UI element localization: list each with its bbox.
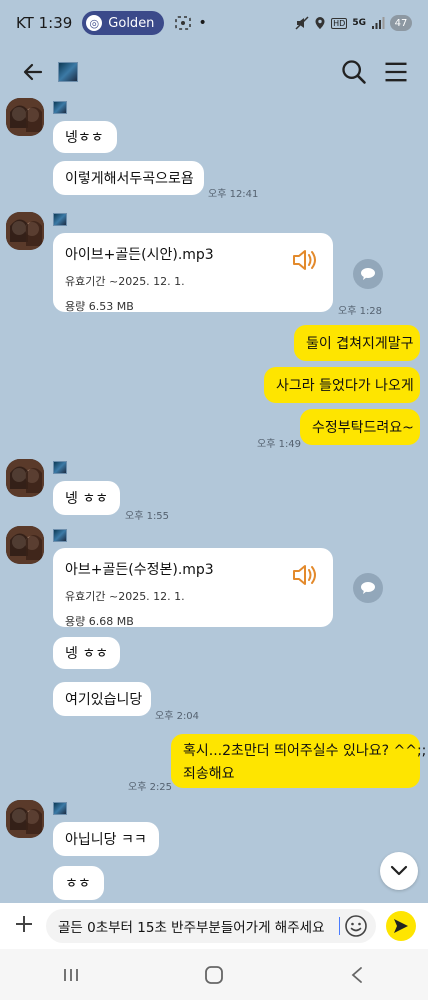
- message-text: 이렇게해서두곡으로욤: [65, 171, 194, 187]
- record-icon: ◎: [86, 15, 103, 31]
- message-text: 아닙니당 ㅋㅋ: [65, 832, 147, 848]
- room-thumbnail[interactable]: [58, 62, 78, 82]
- send-button[interactable]: [386, 911, 416, 941]
- sender-thumbnail: [53, 461, 67, 474]
- hd-badge: HD: [331, 17, 348, 29]
- status-bar: KT 1:39 ◎ Golden • HD 5G 47: [0, 0, 428, 46]
- message-text: ㅎㅎ: [65, 876, 91, 892]
- chevron-down-icon: [390, 865, 408, 876]
- golden-pill-label: Golden: [108, 15, 155, 31]
- status-time: KT 1:39: [16, 14, 73, 32]
- sender-thumbnail: [53, 529, 67, 542]
- home-button[interactable]: [184, 955, 244, 995]
- arrow-left-icon[interactable]: [18, 60, 48, 84]
- chat-bubble-icon: [361, 582, 375, 594]
- signal-icon: [372, 17, 385, 29]
- back-button[interactable]: [327, 955, 387, 995]
- battery-icon: 47: [390, 15, 412, 31]
- screenshot-icon: [175, 16, 192, 30]
- file-size: 용량 6.53 MB: [65, 300, 134, 313]
- message-time: 오후 2:04: [155, 711, 200, 722]
- speaker-icon[interactable]: [291, 247, 319, 273]
- message-bubble[interactable]: 넹ㅎㅎ: [53, 121, 117, 153]
- scroll-down-button[interactable]: [380, 852, 418, 890]
- share-button[interactable]: [353, 573, 383, 603]
- message-text: 여기있습니당: [65, 692, 143, 708]
- message-time: 오후 2:25: [128, 782, 173, 793]
- recent-apps-icon: [64, 968, 79, 981]
- message-bubble[interactable]: 넹 ㅎㅎ: [53, 481, 120, 515]
- speaker-icon[interactable]: [291, 562, 319, 588]
- message-list[interactable]: 넹ㅎㅎ 이렇게해서두곡으로욤 오후 12:41 아이브+골든(시안).mp3 유…: [0, 95, 428, 903]
- more-dot-icon: •: [198, 15, 207, 31]
- search-icon[interactable]: [340, 58, 368, 86]
- avatar[interactable]: [6, 800, 44, 838]
- file-card[interactable]: 아브+골든(수정본).mp3 유효기간 ~2025. 12. 1. 용량 6.6…: [53, 548, 333, 628]
- avatar[interactable]: [6, 212, 44, 250]
- send-icon: [394, 919, 408, 933]
- message-time: 오후 1:28: [338, 306, 383, 317]
- sender-thumbnail: [53, 213, 67, 226]
- location-icon: [315, 17, 325, 29]
- sender-thumbnail: [53, 802, 67, 815]
- recent-apps-button[interactable]: [41, 955, 101, 995]
- hamburger-icon[interactable]: [382, 58, 410, 86]
- message-text: 수정부탁드려요~: [312, 420, 414, 436]
- message-time: 오후 12:41: [208, 189, 259, 200]
- network-label: 5G: [352, 18, 366, 28]
- message-input-text[interactable]: 골든 0초부터 15초 반주부분들어가게 해주세요: [58, 916, 339, 936]
- file-name: 아브+골든(수정본).mp3: [65, 562, 214, 578]
- mute-icon: [295, 16, 309, 30]
- message-bubble[interactable]: 아닙니당 ㅋㅋ: [53, 822, 159, 856]
- message-input[interactable]: 골든 0초부터 15초 반주부분들어가게 해주세요: [46, 909, 376, 943]
- my-message-bubble[interactable]: 혹시...2초만더 띄어주실수 있나요? ^^;; 죄송해요: [171, 734, 426, 788]
- avatar[interactable]: [6, 526, 44, 564]
- sender-thumbnail: [53, 101, 67, 114]
- file-name: 아이브+골든(시안).mp3: [65, 247, 214, 263]
- file-expiry: 유효기간 ~2025. 12. 1.: [65, 275, 185, 288]
- back-chevron-icon: [351, 966, 362, 983]
- message-text: 둘이 겹쳐지게말구: [306, 336, 414, 352]
- avatar[interactable]: [6, 459, 44, 497]
- message-time: 오후 1:49: [257, 439, 302, 450]
- message-bubble[interactable]: ㅎㅎ: [53, 866, 104, 900]
- message-bubble[interactable]: 여기있습니당: [53, 682, 151, 716]
- message-text: 넹ㅎㅎ: [65, 130, 104, 146]
- plus-button[interactable]: [10, 912, 38, 940]
- chat-header: [0, 52, 428, 92]
- input-bar: 골든 0초부터 15초 반주부분들어가게 해주세요: [0, 903, 428, 949]
- avatar[interactable]: [6, 98, 44, 136]
- share-button[interactable]: [353, 259, 383, 289]
- message-time: 오후 1:55: [125, 511, 170, 522]
- my-message-bubble[interactable]: 둘이 겹쳐지게말구: [294, 325, 420, 361]
- file-expiry: 유효기간 ~2025. 12. 1.: [65, 590, 185, 603]
- message-bubble[interactable]: 이렇게해서두곡으로욤: [53, 161, 204, 195]
- emoji-icon[interactable]: [344, 914, 368, 938]
- home-icon: [205, 965, 223, 984]
- system-nav-bar: [0, 949, 428, 1000]
- message-text: 사그라 들었다가 나오게: [276, 378, 414, 394]
- chat-bubble-icon: [361, 268, 375, 280]
- message-text: 넹 ㅎㅎ: [65, 646, 109, 662]
- file-size: 용량 6.68 MB: [65, 615, 134, 628]
- message-text: 넹 ㅎㅎ: [65, 491, 109, 507]
- golden-pill[interactable]: ◎ Golden: [82, 11, 165, 35]
- plus-icon: [16, 916, 32, 932]
- message-bubble[interactable]: 넹 ㅎㅎ: [53, 637, 120, 669]
- my-message-bubble[interactable]: 사그라 들었다가 나오게: [264, 367, 420, 403]
- message-text-line1: 혹시...2초만더 띄어주실수 있나요? ^^;;: [183, 742, 427, 759]
- text-caret: [339, 917, 340, 935]
- my-message-bubble[interactable]: 수정부탁드려요~: [300, 409, 420, 445]
- file-card[interactable]: 아이브+골든(시안).mp3 유효기간 ~2025. 12. 1. 용량 6.5…: [53, 233, 333, 313]
- message-text-line2: 죄송해요: [183, 765, 235, 782]
